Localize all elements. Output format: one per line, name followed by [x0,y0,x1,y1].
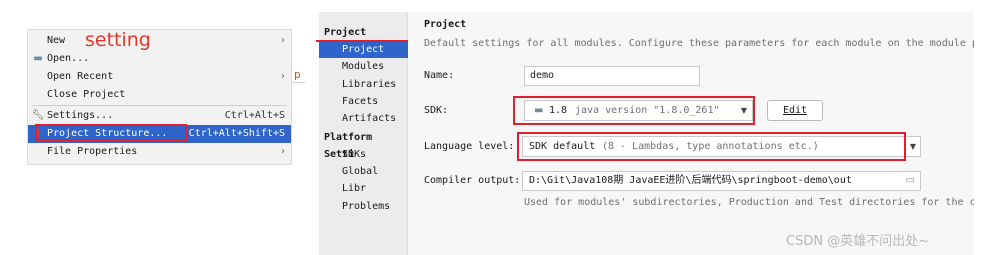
menu-item-label: New [47,35,66,46]
edit-button-label: Edit [782,105,808,116]
editor-edge-line [293,82,305,83]
editor-edge-text: p [294,68,301,81]
wrench-icon: 🔧︎ [31,110,45,121]
compiler-output-hint: Used for modules' subdirectories, Produc… [524,197,974,208]
sidebar-item-libraries[interactable]: Libraries [319,76,408,93]
page-description: Default settings for all modules. Config… [424,38,974,49]
menu-item-file-properties[interactable]: File Properties › [28,143,291,161]
sdk-label: SDK: [424,105,449,116]
annotation-box-language-level [517,132,906,161]
menu-item-label: Open Recent [47,71,114,82]
annotation-setting: setting [85,29,151,51]
sidebar-header-platform-settings: Platform Setti [324,132,373,160]
edit-button[interactable]: Edit [767,100,823,121]
chevron-down-icon: ▼ [909,142,916,151]
menu-separator [32,105,287,106]
name-label: Name: [424,70,455,81]
sidebar-item-artifacts[interactable]: Artifacts [319,110,408,127]
annotation-underline-project-settings [316,40,408,42]
sidebar-item-sdks[interactable]: SDKs [319,146,408,163]
compiler-output-field[interactable]: D:\Git\Java108期 JavaEE进阶\后端代码\springboot… [522,171,921,191]
name-field-value: demo [530,70,555,81]
dialog-sidebar: Project Settin Project Modules Libraries… [319,12,408,255]
name-field[interactable]: demo [524,66,700,86]
menu-item-label: Close Project [47,89,126,100]
folder-browse-icon[interactable]: ▭ [906,172,915,190]
sidebar-item-global-libraries[interactable]: Global Libr [319,163,408,194]
sidebar-item-modules[interactable]: Modules [319,58,408,75]
page-title: Project [424,19,467,30]
annotation-box-project-structure [35,124,187,141]
menu-item-new[interactable]: New › [28,32,291,50]
menu-item-label: Settings... [47,110,114,121]
menu-item-open-recent[interactable]: Open Recent › [28,68,291,86]
menu-item-open[interactable]: ▬ Open... [28,50,291,68]
sidebar-item-problems[interactable]: Problems [319,198,408,215]
sidebar-item-project[interactable]: Project [319,41,408,58]
watermark: CSDN @英雄不问出处~ [786,234,930,249]
submenu-arrow-icon: › [281,35,285,46]
folder-icon: ▬ [33,53,43,64]
menu-item-settings[interactable]: 🔧︎ Settings... Ctrl+Alt+S [28,107,291,125]
menu-item-label: Open... [47,53,90,64]
menu-item-shortcut: Ctrl+Alt+Shift+S [188,128,285,139]
menu-item-label: File Properties [47,146,138,157]
menu-item-shortcut: Ctrl+Alt+S [224,110,285,121]
menu-item-close-project[interactable]: Close Project [28,86,291,104]
submenu-arrow-icon: › [281,71,285,82]
language-level-label: Language level: [424,141,515,152]
submenu-arrow-icon: › [281,146,285,157]
sidebar-header-project-settings: Project Settin [324,27,367,55]
compiler-output-value: D:\Git\Java108期 JavaEE进阶\后端代码\springboot… [529,175,852,186]
file-menu: New › ▬ Open... Open Recent › Close Proj… [27,29,292,165]
compiler-output-label: Compiler output: [424,175,521,186]
annotation-box-sdk [513,96,755,125]
sidebar-item-facets[interactable]: Facets [319,93,408,110]
